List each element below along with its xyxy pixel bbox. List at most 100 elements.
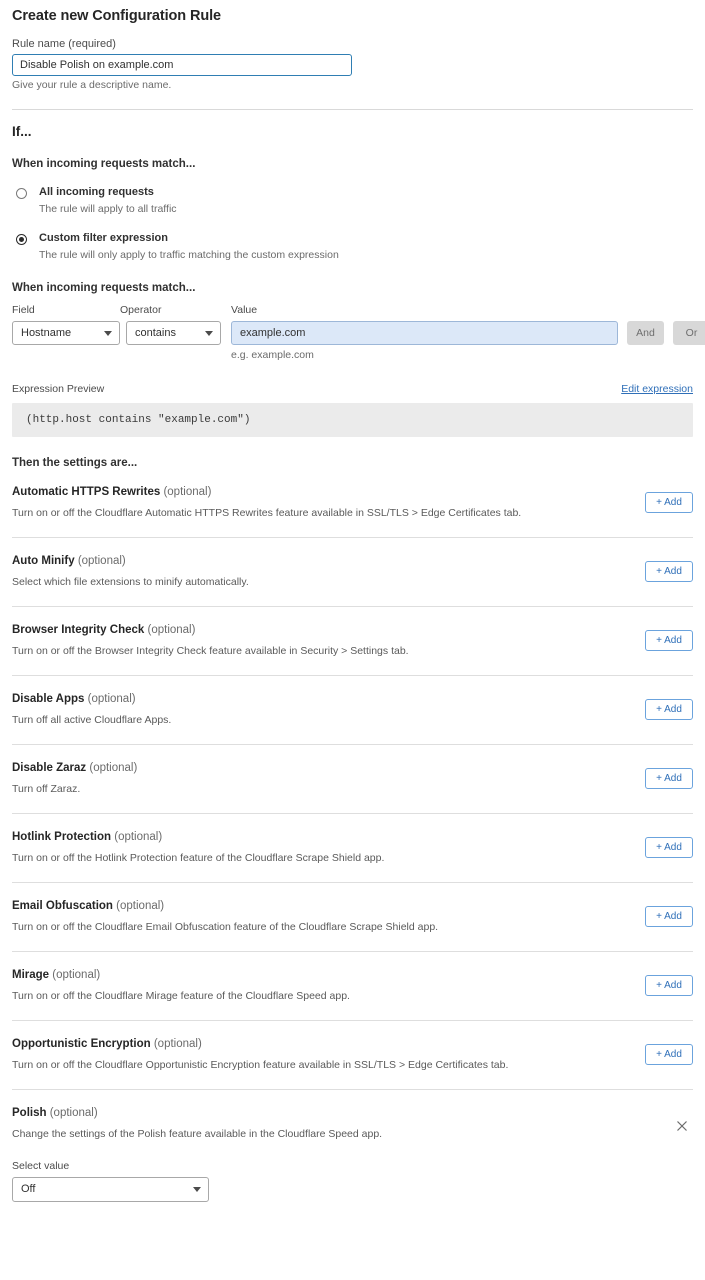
add-setting-button[interactable]: + Add: [645, 906, 693, 927]
setting-title: Polish: [12, 1107, 47, 1119]
chevron-down-icon: [104, 331, 112, 336]
setting-description: Turn off all active Cloudflare Apps.: [12, 714, 693, 726]
setting-row: Disable Apps (optional) Turn off all act…: [12, 676, 693, 745]
chevron-down-icon: [205, 331, 213, 336]
setting-row: Auto Minify (optional) Select which file…: [12, 538, 693, 607]
radio-option-custom-filter-expression[interactable]: Custom filter expression The rule will o…: [12, 232, 693, 262]
setting-name: Browser Integrity Check (optional): [12, 624, 693, 636]
logic-buttons: And Or: [618, 304, 705, 345]
or-button[interactable]: Or: [673, 321, 705, 345]
select-value-label: Select value: [12, 1160, 693, 1172]
configuration-rule-form: Create new Configuration Rule Rule name …: [0, 8, 705, 1220]
close-icon: [674, 1118, 690, 1134]
field-column: Field Hostname: [12, 304, 120, 345]
then-section-title: Then the settings are...: [12, 457, 693, 469]
radio-icon-unchecked[interactable]: [16, 188, 27, 199]
page-title: Create new Configuration Rule: [12, 8, 693, 24]
value-label: Value: [231, 304, 618, 317]
add-setting-button[interactable]: + Add: [645, 630, 693, 651]
setting-description: Turn off Zaraz.: [12, 783, 693, 795]
setting-description: Turn on or off the Cloudflare Email Obfu…: [12, 921, 693, 933]
setting-title: Hotlink Protection: [12, 831, 111, 843]
setting-name: Automatic HTTPS Rewrites (optional): [12, 486, 693, 498]
setting-description: Turn on or off the Browser Integrity Che…: [12, 645, 693, 657]
setting-description: Turn on or off the Hotlink Protection fe…: [12, 852, 693, 864]
setting-optional: (optional): [88, 693, 136, 705]
add-setting-button[interactable]: + Add: [645, 492, 693, 513]
setting-row: Automatic HTTPS Rewrites (optional) Turn…: [12, 469, 693, 538]
operator-column: Operator contains: [120, 304, 221, 345]
filter-expression-row: Field Hostname Operator contains Value e…: [12, 304, 693, 361]
remove-setting-button[interactable]: [674, 1118, 690, 1134]
polish-value-select[interactable]: Off: [12, 1177, 209, 1202]
add-setting-button[interactable]: + Add: [645, 768, 693, 789]
value-column: Value e.g. example.com: [231, 304, 618, 361]
add-setting-button[interactable]: + Add: [645, 975, 693, 996]
add-setting-button[interactable]: + Add: [645, 1044, 693, 1065]
setting-row: Disable Zaraz (optional) Turn off Zaraz.…: [12, 745, 693, 814]
operator-label: Operator: [120, 304, 221, 317]
expression-preview-label: Expression Preview: [12, 383, 104, 395]
setting-row: Hotlink Protection (optional) Turn on or…: [12, 814, 693, 883]
setting-name: Hotlink Protection (optional): [12, 831, 693, 843]
radio-label-custom-filter-expression: Custom filter expression: [39, 232, 339, 246]
field-select-value: Hostname: [21, 327, 71, 339]
add-setting-button[interactable]: + Add: [645, 561, 693, 582]
value-help: e.g. example.com: [231, 349, 618, 361]
setting-title: Auto Minify: [12, 555, 75, 567]
add-setting-button[interactable]: + Add: [645, 837, 693, 858]
setting-optional: (optional): [78, 555, 126, 567]
setting-description: Turn on or off the Cloudflare Opportunis…: [12, 1059, 693, 1071]
setting-title: Disable Zaraz: [12, 762, 86, 774]
setting-description: Change the settings of the Polish featur…: [12, 1128, 693, 1140]
add-setting-button[interactable]: + Add: [645, 699, 693, 720]
setting-title: Automatic HTTPS Rewrites: [12, 486, 160, 498]
setting-optional: (optional): [50, 1107, 98, 1119]
setting-row: Mirage (optional) Turn on or off the Clo…: [12, 952, 693, 1021]
radio-icon-checked[interactable]: [16, 234, 27, 245]
setting-description: Select which file extensions to minify a…: [12, 576, 693, 588]
radio-label-all-incoming-requests: All incoming requests: [39, 186, 177, 200]
radio-option-all-incoming-requests[interactable]: All incoming requests The rule will appl…: [12, 186, 693, 216]
setting-optional: (optional): [52, 969, 100, 981]
field-select[interactable]: Hostname: [12, 321, 120, 345]
rule-name-help: Give your rule a descriptive name.: [12, 79, 693, 91]
operator-select-value: contains: [135, 327, 176, 339]
setting-row-polish: Polish (optional) Change the settings of…: [12, 1090, 693, 1220]
setting-name: Mirage (optional): [12, 969, 693, 981]
setting-title: Opportunistic Encryption: [12, 1038, 151, 1050]
field-label: Field: [12, 304, 120, 317]
value-input[interactable]: [231, 321, 618, 345]
operator-select[interactable]: contains: [126, 321, 221, 345]
divider-top: [12, 109, 693, 110]
match-heading: When incoming requests match...: [12, 158, 693, 170]
setting-optional: (optional): [148, 624, 196, 636]
setting-row: Email Obfuscation (optional) Turn on or …: [12, 883, 693, 952]
filter-heading: When incoming requests match...: [12, 282, 693, 294]
chevron-down-icon: [193, 1187, 201, 1192]
setting-name: Email Obfuscation (optional): [12, 900, 693, 912]
setting-title: Disable Apps: [12, 693, 84, 705]
setting-description: Turn on or off the Cloudflare Mirage fea…: [12, 990, 693, 1002]
setting-title: Mirage: [12, 969, 49, 981]
edit-expression-link[interactable]: Edit expression: [621, 383, 693, 395]
radio-desc-all-incoming-requests: The rule will apply to all traffic: [39, 203, 177, 217]
setting-optional: (optional): [116, 900, 164, 912]
settings-list: Automatic HTTPS Rewrites (optional) Turn…: [12, 469, 693, 1220]
rule-name-label: Rule name (required): [12, 38, 693, 50]
setting-row: Browser Integrity Check (optional) Turn …: [12, 607, 693, 676]
setting-optional: (optional): [163, 486, 211, 498]
rule-name-input[interactable]: [12, 54, 352, 76]
setting-name: Polish (optional): [12, 1107, 693, 1119]
setting-title: Browser Integrity Check: [12, 624, 144, 636]
setting-row: Opportunistic Encryption (optional) Turn…: [12, 1021, 693, 1090]
and-button[interactable]: And: [627, 321, 664, 345]
expression-preview-header: Expression Preview Edit expression: [12, 383, 693, 395]
setting-optional: (optional): [154, 1038, 202, 1050]
radio-desc-custom-filter-expression: The rule will only apply to traffic matc…: [39, 249, 339, 263]
expression-preview-box: (http.host contains "example.com"): [12, 403, 693, 437]
setting-optional: (optional): [114, 831, 162, 843]
setting-name: Auto Minify (optional): [12, 555, 693, 567]
setting-name: Opportunistic Encryption (optional): [12, 1038, 693, 1050]
setting-name: Disable Apps (optional): [12, 693, 693, 705]
